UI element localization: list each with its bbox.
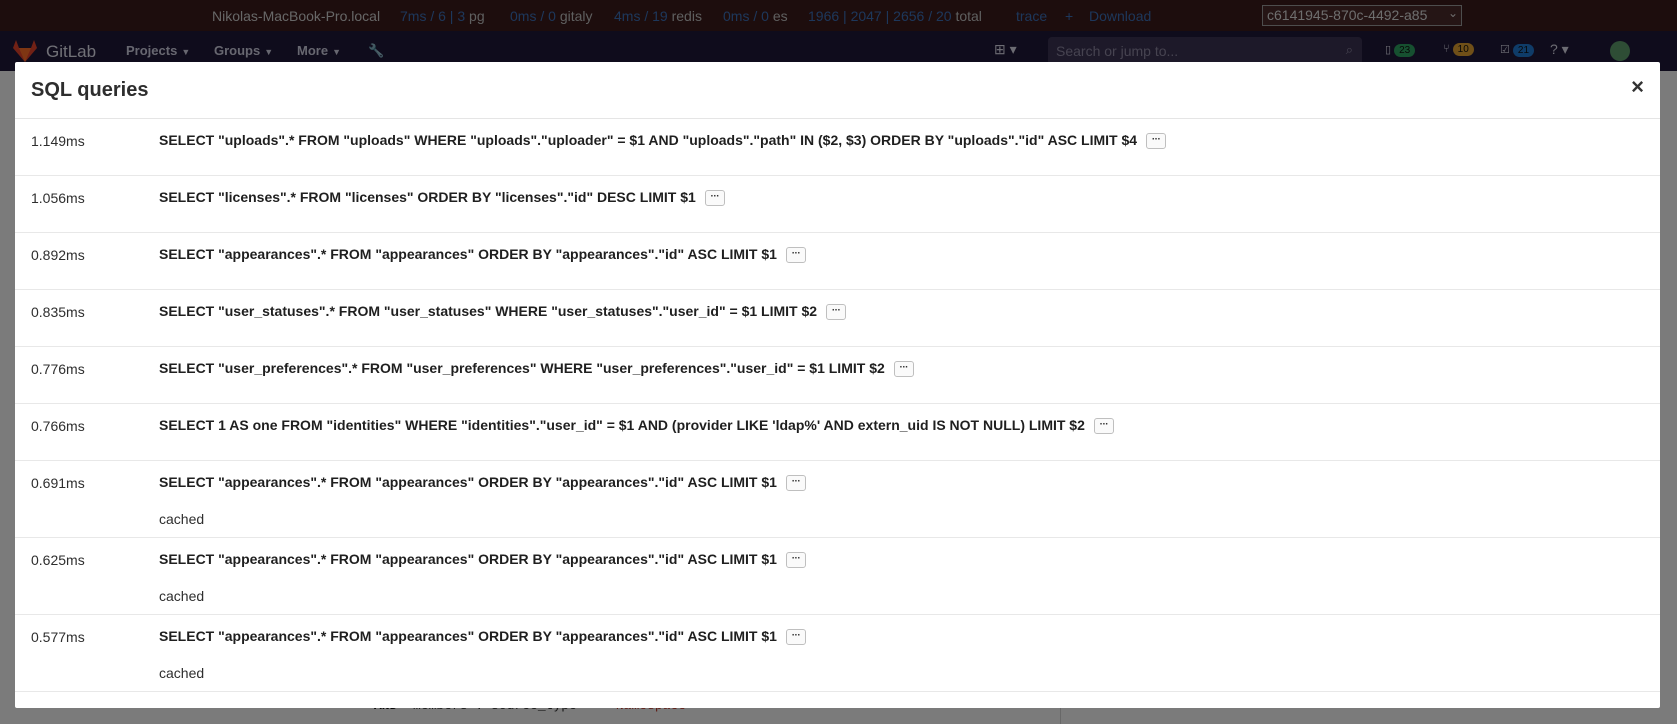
query-duration: 0.625ms <box>31 552 85 568</box>
query-sql: SELECT "licenses".* FROM "licenses" ORDE… <box>159 189 725 207</box>
query-sql: SELECT "appearances".* FROM "appearances… <box>159 474 806 492</box>
expand-query-button[interactable]: ··· <box>1146 133 1167 150</box>
query-sql: SELECT "user_preferences".* FROM "user_p… <box>159 360 914 378</box>
expand-query-button[interactable]: ··· <box>826 304 847 321</box>
close-icon[interactable]: × <box>1631 76 1644 98</box>
sql-queries-modal: SQL queries × 1.149ms SELECT "uploads".*… <box>15 62 1660 708</box>
query-duration: 0.776ms <box>31 361 85 377</box>
expand-query-button[interactable]: ··· <box>1093 418 1114 435</box>
query-duration: 1.056ms <box>31 190 85 206</box>
query-row: 0.892ms SELECT "appearances".* FROM "app… <box>15 233 1660 290</box>
query-row: 1.149ms SELECT "uploads".* FROM "uploads… <box>15 119 1660 176</box>
query-row: 0.691ms SELECT "appearances".* FROM "app… <box>15 461 1660 538</box>
query-sql: SELECT "user_statuses".* FROM "user_stat… <box>159 303 847 321</box>
query-sql: SELECT "appearances".* FROM "appearances… <box>159 628 806 646</box>
expand-query-button[interactable]: ··· <box>704 190 725 207</box>
expand-query-button[interactable]: ··· <box>785 552 806 569</box>
expand-query-button[interactable]: ··· <box>893 361 914 378</box>
query-duration: 0.766ms <box>31 418 85 434</box>
query-row: 1.056ms SELECT "licenses".* FROM "licens… <box>15 176 1660 233</box>
query-cached-label: cached <box>159 588 205 604</box>
modal-header: SQL queries × <box>15 62 1660 119</box>
query-duration: 1.149ms <box>31 133 85 149</box>
expand-query-button[interactable]: ··· <box>785 629 806 646</box>
query-row: 0.766ms SELECT 1 AS one FROM "identities… <box>15 404 1660 461</box>
query-row: 0.625ms SELECT "appearances".* FROM "app… <box>15 538 1660 615</box>
query-duration: 0.691ms <box>31 475 85 491</box>
expand-query-button[interactable]: ··· <box>785 475 806 492</box>
query-row: 0.776ms SELECT "user_preferences".* FROM… <box>15 347 1660 404</box>
query-sql: SELECT "appearances".* FROM "appearances… <box>159 246 806 264</box>
query-cached-label: cached <box>159 665 205 681</box>
query-duration: 0.835ms <box>31 304 85 320</box>
query-row: 0.835ms SELECT "user_statuses".* FROM "u… <box>15 290 1660 347</box>
modal-title: SQL queries <box>31 79 149 101</box>
query-duration: 0.577ms <box>31 629 85 645</box>
query-duration: 0.892ms <box>31 247 85 263</box>
query-cached-label: cached <box>159 511 205 527</box>
query-sql: SELECT "appearances".* FROM "appearances… <box>159 551 806 569</box>
query-sql: SELECT "uploads".* FROM "uploads" WHERE … <box>159 132 1167 150</box>
query-row: 0.577ms SELECT "appearances".* FROM "app… <box>15 615 1660 692</box>
query-sql: SELECT 1 AS one FROM "identities" WHERE … <box>159 417 1114 435</box>
expand-query-button[interactable]: ··· <box>785 247 806 264</box>
